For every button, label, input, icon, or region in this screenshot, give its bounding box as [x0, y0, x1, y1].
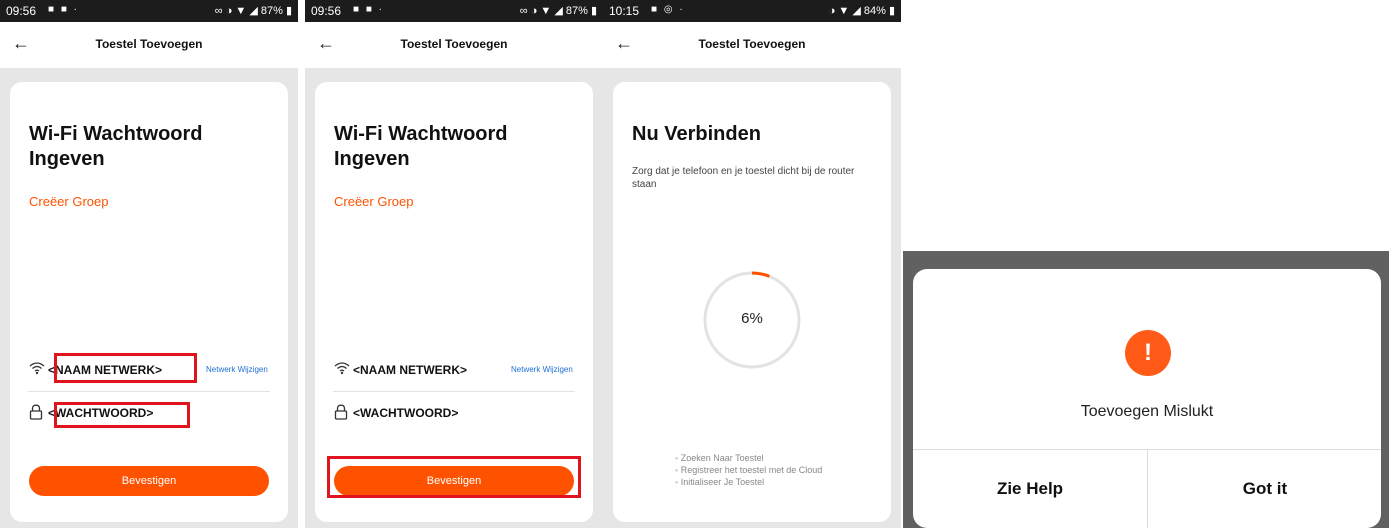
status-bar: 09:56 ■ ■ · ∞ ◑ ▼ ◢ 87% ▮	[305, 0, 603, 22]
step-item: Initialiseer Je Toestel	[675, 476, 822, 488]
help-button[interactable]: Zie Help	[913, 450, 1147, 528]
confirm-button[interactable]: Bevestigen	[29, 466, 269, 496]
signal-icon: ◑ ▼ ◢	[828, 5, 864, 17]
page-title: Nu Verbinden	[632, 123, 761, 145]
highlight-confirm	[327, 456, 581, 498]
notification-icons: ■ ◎ ·	[651, 4, 685, 15]
divider	[333, 391, 575, 392]
phone-screen-1: 09:56 ■ ■ · ∞ ◑ ▼ ◢ 87% ▮ ← Toestel Toev…	[0, 0, 298, 528]
create-group-link[interactable]: Creëer Groep	[29, 194, 108, 209]
signal-icon: ∞ ◑ ▼ ◢	[519, 5, 566, 17]
page-title: Wi-Fi Wachtwoord Ingeven	[29, 123, 203, 170]
step-list: Zoeken Naar Toestel Registreer het toest…	[675, 452, 823, 488]
change-network-link[interactable]: Netwerk Wijzigen	[511, 365, 573, 374]
status-time: 09:56	[311, 4, 342, 18]
status-battery: ∞ ◑ ▼ ◢ 87% ▮	[519, 5, 597, 17]
error-dialog: ! Toevoegen Mislukt Zie Help Got it	[913, 269, 1381, 528]
wifi-card: Wi-Fi Wachtwoord Ingeven Creëer Groep <N…	[10, 82, 288, 522]
status-time: 10:15	[609, 4, 640, 18]
status-battery: ◑ ▼ ◢ 84% ▮	[828, 5, 895, 17]
notification-icons: ■ ■ ·	[48, 4, 79, 15]
lock-icon	[334, 404, 348, 423]
status-bar: 10:15 ■ ◎ · ◑ ▼ ◢ 84% ▮	[603, 0, 901, 22]
progress-ring: 6%	[702, 270, 802, 370]
step-item: Registreer het toestel met de Cloud	[675, 464, 823, 476]
phone-screen-3: 10:15 ■ ◎ · ◑ ▼ ◢ 84% ▮ ← Toestel Toevoe…	[603, 0, 901, 528]
status-bar: 09:56 ■ ■ · ∞ ◑ ▼ ◢ 87% ▮	[0, 0, 298, 22]
got-it-button[interactable]: Got it	[1148, 450, 1382, 528]
divider	[28, 391, 270, 392]
dialog-message: Toevoegen Mislukt	[1080, 403, 1214, 420]
nav-title: Toestel Toevoegen	[698, 37, 806, 51]
wifi-icon	[29, 361, 45, 378]
notification-icons: ■ ■ ·	[353, 4, 384, 15]
password-field[interactable]: <WACHTWOORD>	[353, 406, 458, 420]
progress-percent: 6%	[741, 310, 763, 327]
highlight-network	[54, 353, 197, 383]
phone-screen-2: 09:56 ■ ■ · ∞ ◑ ▼ ◢ 87% ▮ ← Toestel Toev…	[305, 0, 603, 528]
step-item: Zoeken Naar Toestel	[675, 452, 822, 464]
instruction-text: Zorg dat je telefoon en je toestel dicht…	[632, 166, 855, 190]
nav-title: Toestel Toevoegen	[400, 37, 508, 51]
wifi-card: Wi-Fi Wachtwoord Ingeven Creëer Groep <N…	[315, 82, 593, 522]
connect-card: Nu Verbinden Zorg dat je telefoon en je …	[613, 82, 891, 522]
wifi-icon	[334, 361, 350, 378]
highlight-password	[54, 402, 190, 428]
status-time: 09:56	[6, 4, 37, 18]
nav-title: Toestel Toevoegen	[95, 37, 203, 51]
page-title: Wi-Fi Wachtwoord Ingeven	[334, 123, 508, 170]
alert-icon: !	[1125, 330, 1171, 376]
change-network-link[interactable]: Netwerk Wijzigen	[206, 365, 268, 374]
signal-icon: ∞ ◑ ▼ ◢	[214, 5, 261, 17]
status-battery: ∞ ◑ ▼ ◢ 87% ▮	[214, 5, 292, 17]
nav-bar: ← Toestel Toevoegen	[305, 22, 603, 68]
create-group-link[interactable]: Creëer Groep	[334, 194, 413, 209]
nav-bar: ← Toestel Toevoegen	[603, 22, 901, 68]
lock-icon	[29, 404, 43, 423]
nav-bar: ← Toestel Toevoegen	[0, 22, 298, 68]
dialog-overlay: ! Toevoegen Mislukt Zie Help Got it	[903, 251, 1389, 528]
network-name: <NAAM NETWERK>	[353, 363, 468, 377]
